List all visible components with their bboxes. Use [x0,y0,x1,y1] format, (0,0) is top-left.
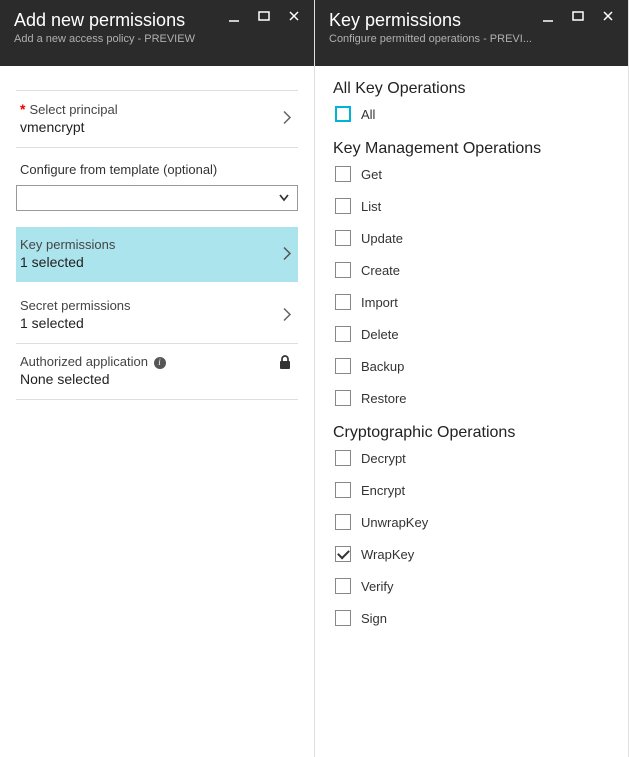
row-value: None selected [20,371,294,387]
checkbox-restore[interactable]: Restore [335,390,610,406]
panel-header-left: Add new permissions Add a new access pol… [0,0,314,66]
checkbox-create[interactable]: Create [335,262,610,278]
checkbox-unwrapkey[interactable]: UnwrapKey [335,514,610,530]
secret-permissions-row[interactable]: Secret permissions 1 selected [16,288,298,343]
select-principal-row[interactable]: *Select principal vmencrypt [16,91,298,147]
close-button[interactable] [594,4,622,28]
checkbox-box-icon [335,578,351,594]
checkbox-label: Restore [361,391,407,406]
checkbox-box-icon [335,198,351,214]
checkbox-label: WrapKey [361,547,414,562]
checkbox-label: Backup [361,359,404,374]
key-permissions-row[interactable]: Key permissions 1 selected [16,227,298,282]
checkbox-box-icon [335,166,351,182]
panel-subtitle: Add a new access policy - PREVIEW [14,33,300,45]
checkbox-box-icon [335,262,351,278]
checkbox-all[interactable]: All [335,106,610,122]
checkbox-list[interactable]: List [335,198,610,214]
checkbox-label: List [361,199,381,214]
checkbox-import[interactable]: Import [335,294,610,310]
checkbox-update[interactable]: Update [335,230,610,246]
close-button[interactable] [280,4,308,28]
template-select[interactable] [16,185,298,211]
checkbox-box-icon [335,610,351,626]
maximize-button[interactable] [250,4,278,28]
checkbox-encrypt[interactable]: Encrypt [335,482,610,498]
checkbox-label: Decrypt [361,451,406,466]
row-value: vmencrypt [20,119,294,135]
panel-subtitle: Configure permitted operations - PREVI..… [329,33,614,45]
checkbox-box-icon [335,358,351,374]
checkbox-label: Delete [361,327,399,342]
checkbox-box-icon [335,450,351,466]
checkbox-box-icon [335,390,351,406]
checkbox-box-icon [335,106,351,122]
row-value: 1 selected [20,315,294,331]
minimize-icon [227,9,241,23]
checkbox-backup[interactable]: Backup [335,358,610,374]
checkbox-label: Sign [361,611,387,626]
checkbox-label: Create [361,263,400,278]
minimize-button[interactable] [220,4,248,28]
checkbox-wrapkey[interactable]: WrapKey [335,546,610,562]
authorized-application-row[interactable]: Authorized application i None selected [16,344,298,399]
checkbox-label: Verify [361,579,394,594]
checkbox-sign[interactable]: Sign [335,610,610,626]
maximize-icon [571,9,585,23]
section-title-crypto: Cryptographic Operations [333,424,610,442]
checkbox-label: Get [361,167,382,182]
chevron-down-icon [277,190,291,207]
row-value: 1 selected [20,254,294,270]
checkbox-label: All [361,107,375,122]
panel-key-permissions: Key permissions Configure permitted oper… [315,0,629,757]
row-label: *Select principal [20,101,294,117]
minimize-icon [541,9,555,23]
panel-body-left: *Select principal vmencrypt Configure fr… [0,66,314,757]
panel-header-right: Key permissions Configure permitted oper… [315,0,628,66]
section-title-all: All Key Operations [333,80,610,98]
checkbox-get[interactable]: Get [335,166,610,182]
checkbox-label: Update [361,231,403,246]
checkbox-delete[interactable]: Delete [335,326,610,342]
checkbox-box-icon [335,546,351,562]
info-icon: i [154,357,166,369]
checkbox-box-icon [335,326,351,342]
checkbox-box-icon [335,514,351,530]
row-label: Secret permissions [20,298,294,313]
minimize-button[interactable] [534,4,562,28]
checkbox-box-icon [335,230,351,246]
required-star-icon: * [20,101,25,117]
chevron-right-icon [282,110,292,129]
checkbox-box-icon [335,294,351,310]
lock-icon [278,354,292,373]
maximize-button[interactable] [564,4,592,28]
checkbox-label: Encrypt [361,483,405,498]
row-label: Authorized application i [20,354,294,369]
close-icon [601,9,615,23]
row-label: Key permissions [20,237,294,252]
checkbox-decrypt[interactable]: Decrypt [335,450,610,466]
checkbox-box-icon [335,482,351,498]
section-title-mgmt: Key Management Operations [333,140,610,158]
checkbox-label: UnwrapKey [361,515,428,530]
panel-add-permissions: Add new permissions Add a new access pol… [0,0,315,757]
maximize-icon [257,9,271,23]
panel-body-right: All Key Operations All Key Management Op… [315,66,628,757]
template-label: Configure from template (optional) [16,158,298,183]
checkbox-verify[interactable]: Verify [335,578,610,594]
chevron-right-icon [282,245,292,264]
checkbox-label: Import [361,295,398,310]
chevron-right-icon [282,306,292,325]
close-icon [287,9,301,23]
